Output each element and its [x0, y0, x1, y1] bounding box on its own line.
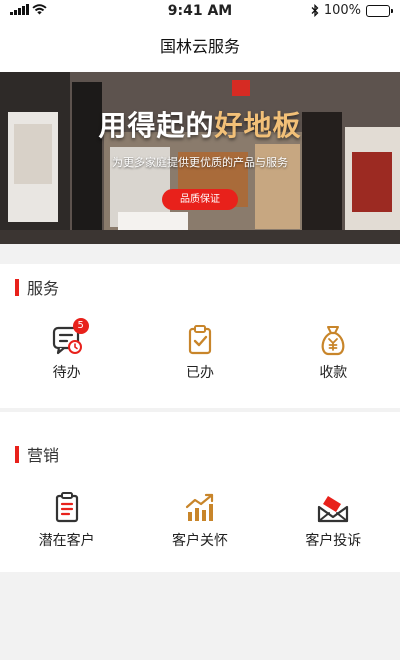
section-title-text: 服务 [27, 279, 60, 298]
marketing-grid: 潜在客户 客户关怀 客户投诉 [0, 490, 400, 550]
battery-icon [366, 4, 393, 17]
marketing-item-customer-care[interactable]: 客户关怀 [133, 490, 266, 550]
banner-headline: 用得起的好地板 [0, 104, 400, 144]
service-item-done[interactable]: 已办 [133, 322, 266, 382]
clipboard-check-icon [182, 322, 218, 358]
service-item-label: 收款 [319, 365, 348, 381]
banner-headline-highlight: 好地板 [214, 109, 302, 142]
section-title-services: 服务 [15, 278, 60, 298]
service-item-collection[interactable]: 收款 [267, 322, 400, 382]
banner-subtitle: 为更多家庭提供更优质的产品与服务 [112, 156, 288, 169]
marketing-item-customer-complaints[interactable]: 客户投诉 [267, 490, 400, 550]
money-bag-icon [315, 322, 351, 358]
service-item-label: 待办 [52, 365, 81, 381]
section-title-text: 营销 [27, 446, 60, 465]
trend-chart-icon [182, 490, 218, 526]
section-title-marker [15, 278, 19, 296]
marketing-item-label: 潜在客户 [38, 533, 95, 549]
todo-message-icon: 5 [49, 318, 89, 358]
service-item-label: 已办 [185, 365, 214, 381]
status-bar: 9:41 AM 100% [0, 0, 400, 22]
marketing-item-potential-customers[interactable]: 潜在客户 [0, 490, 133, 550]
status-right: 100% [311, 3, 393, 18]
marketing-item-label: 客户关怀 [171, 533, 228, 549]
banner-headline-main: 用得起的 [98, 109, 215, 142]
nav-bar: 国林云服务 [0, 22, 400, 72]
page-title: 国林云服务 [159, 37, 240, 56]
marketing-item-label: 客户投诉 [305, 533, 362, 549]
quality-guarantee-button[interactable]: 品质保证 [162, 189, 238, 210]
battery-percent: 100% [323, 3, 361, 18]
services-section: 服务 5 待办 已办 收款 [0, 264, 400, 408]
todo-count-badge: 5 [72, 318, 89, 334]
services-grid: 5 待办 已办 收款 [0, 318, 400, 382]
envelope-icon [315, 490, 351, 526]
service-item-todo[interactable]: 5 待办 [0, 318, 133, 382]
bluetooth-icon [311, 4, 319, 17]
section-title-marketing: 营销 [15, 445, 60, 465]
marketing-section: 营销 潜在客户 客户关怀 客户投诉 [0, 412, 400, 572]
section-title-marker [15, 445, 19, 463]
document-list-icon [49, 490, 85, 526]
promo-banner[interactable]: 用得起的好地板 为更多家庭提供更优质的产品与服务 品质保证 [0, 72, 400, 244]
